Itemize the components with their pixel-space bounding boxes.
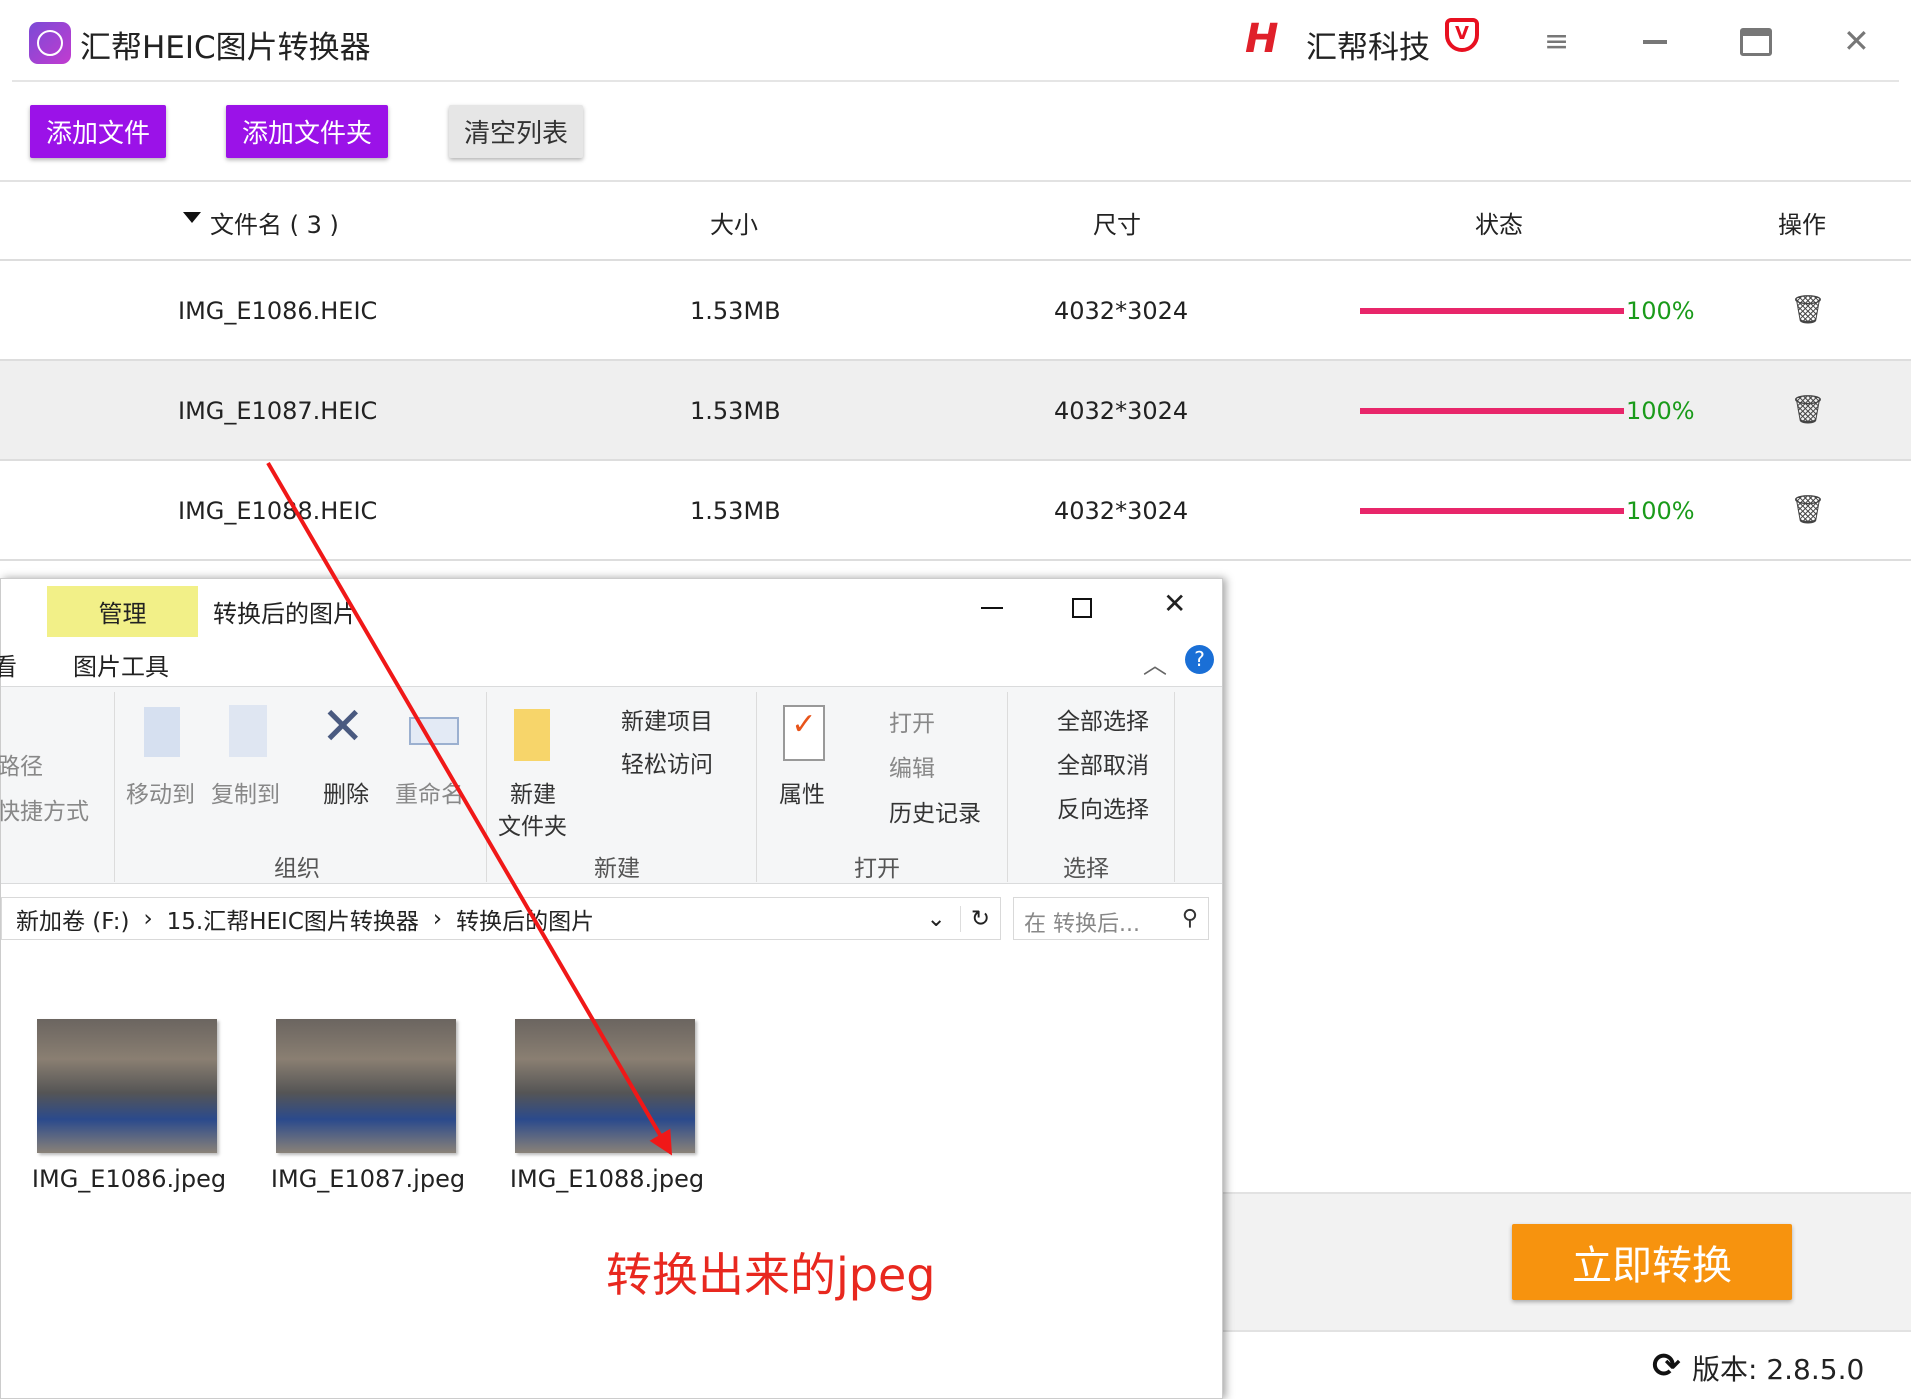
annotation-arrow (266, 461, 673, 1156)
